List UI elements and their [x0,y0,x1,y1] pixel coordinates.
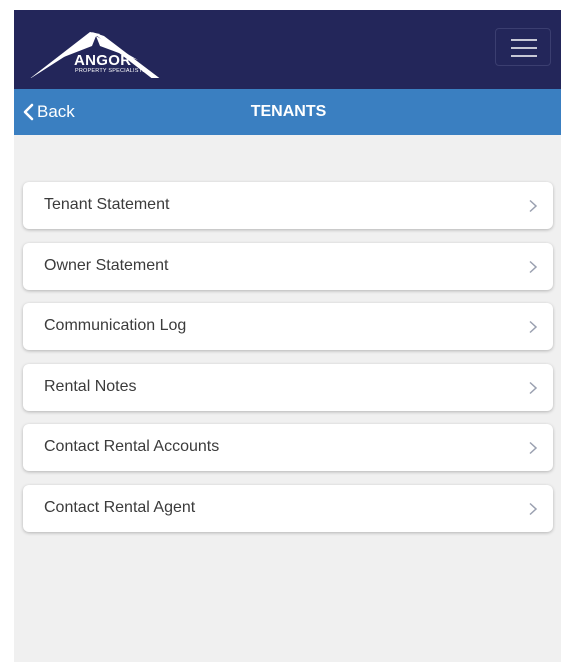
menu-item-label: Rental Notes [44,377,137,395]
hamburger-menu-button[interactable] [495,28,551,66]
chevron-right-icon [529,260,538,273]
logo-brand-text: ANGOR [74,52,132,69]
menu-item-rental-notes[interactable]: Rental Notes [23,363,553,411]
angor-logo[interactable]: ANGOR PROPERTY SPECIALISTS [26,20,166,78]
chevron-right-icon [529,381,538,394]
hamburger-icon [511,39,537,41]
menu-item-label: Contact Rental Agent [44,498,196,516]
menu-item-label: Owner Statement [44,256,169,274]
app-frame: ANGOR PROPERTY SPECIALISTS Back TENANTS … [14,10,561,662]
menu-item-owner-statement[interactable]: Owner Statement [23,242,553,290]
logo-tagline: PROPERTY SPECIALISTS [75,68,147,74]
hamburger-icon-bar [511,47,537,49]
chevron-right-icon [529,502,538,515]
menu-item-tenant-statement[interactable]: Tenant Statement [23,182,553,229]
page-title-text: TENANTS [250,103,327,120]
menu-item-contact-rental-agent[interactable]: Contact Rental Agent [23,484,553,532]
menu-item-communication-log[interactable]: Communication Log [23,303,553,350]
chevron-right-icon [529,199,538,213]
menu-item-contact-rental-accounts[interactable]: Contact Rental Accounts [23,424,553,471]
menu-item-label: Tenant Statement [44,196,170,213]
chevron-right-icon [529,441,538,455]
menu-item-label: Communication Log [44,317,187,334]
page-title: TENANTS [14,103,561,121]
menu-item-label: Contact Rental Accounts [44,438,220,455]
chevron-right-icon [529,320,538,334]
hamburger-icon-bar [511,55,537,57]
nav-bar: Back TENANTS [14,89,561,135]
top-bar: ANGOR PROPERTY SPECIALISTS [14,10,561,89]
tenants-menu-list: Tenant Statement Owner Statement Communi… [23,182,553,545]
